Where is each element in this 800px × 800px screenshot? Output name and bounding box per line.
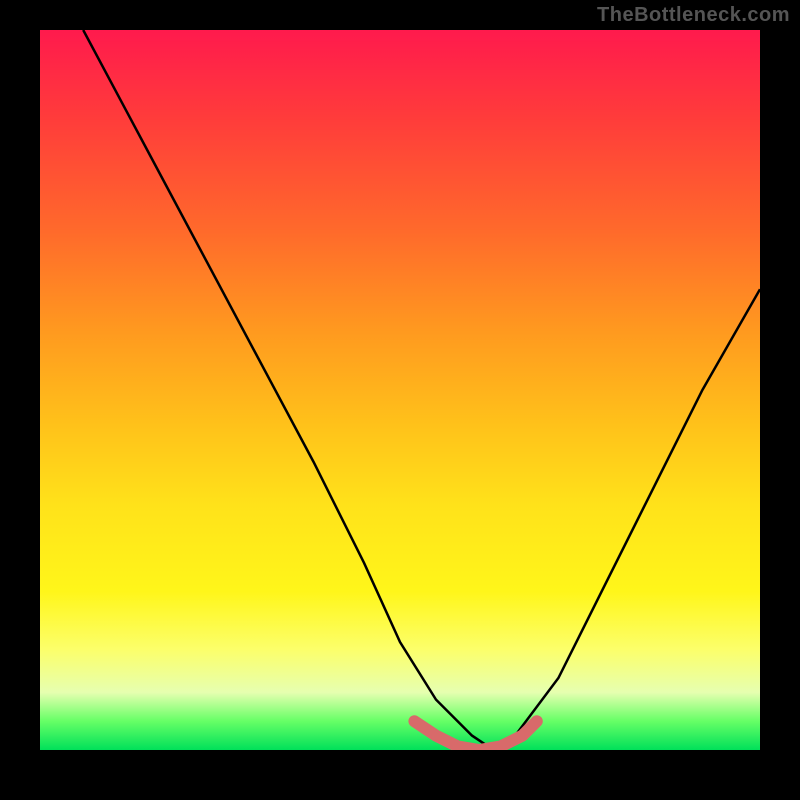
- watermark-text: TheBottleneck.com: [597, 4, 790, 27]
- chart-svg: [40, 30, 760, 750]
- bottleneck-curve: [83, 30, 760, 750]
- optimal-range-marker: [414, 721, 536, 750]
- chart-frame: TheBottleneck.com: [0, 0, 800, 800]
